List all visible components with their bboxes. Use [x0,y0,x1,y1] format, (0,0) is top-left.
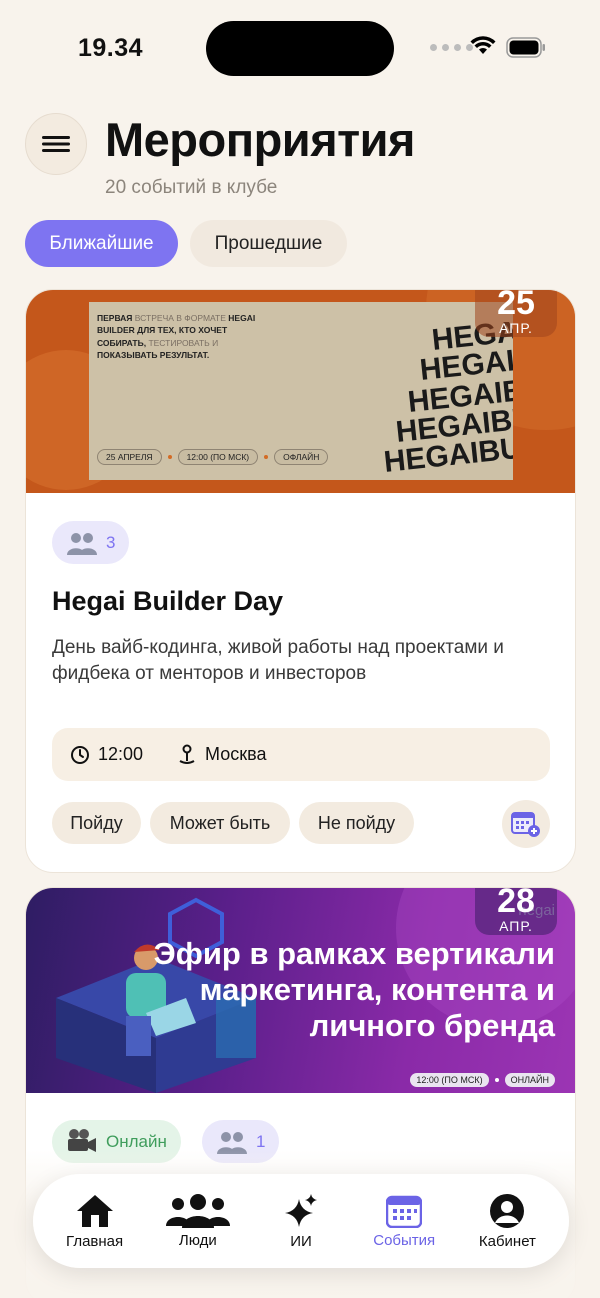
bottom-navigation: Главная Люди ИИ События Кабинет [33,1174,569,1268]
status-time: 19.34 [78,34,144,62]
format-label: Онлайн [106,1131,167,1151]
dynamic-island [206,21,394,76]
banner-format-pill: ОНЛАЙН [504,1073,555,1087]
event-title: Hegai Builder Day [52,586,284,616]
participants-count: 1 [256,1131,266,1151]
event-info-bar: 12:00 Москва [52,728,550,781]
banner-time-pill: 12:00 (ПО МСК) [410,1073,489,1087]
location-pin-icon [179,744,195,764]
banner-info-pills: 12:00 (ПО МСК) ОНЛАЙН [410,1073,555,1087]
nav-item-home[interactable]: Главная [43,1181,146,1261]
hamburger-icon [42,136,70,152]
date-day: 25 [497,290,535,322]
participants-badge: 3 [52,521,130,564]
nav-item-people[interactable]: Люди [146,1181,249,1261]
event-banner: ПЕРВАЯ ВСТРЕЧА В ФОРМАТЕ HEGAI BUILDER Д… [26,290,575,493]
page-subtitle: 20 событий в клубе [105,177,278,198]
battery-icon [506,37,545,58]
rsvp-yes-button[interactable]: Пойду [52,802,141,844]
banner-title: Эфир в рамках вертикали маркетинга, конт… [153,936,555,1043]
profile-icon [490,1193,525,1228]
participants-count: 3 [106,532,116,552]
home-icon [76,1194,113,1227]
poster-info-pills: 25 АПРЕЛЯ 12:00 (ПО МСК) ОФЛАЙН [97,449,329,465]
people-icon [165,1193,230,1228]
wifi-icon [470,36,496,54]
event-card[interactable]: ПЕРВАЯ ВСТРЕЧА В ФОРМАТЕ HEGAI BUILDER Д… [25,289,576,873]
date-badge: 25 АПР. [475,290,557,337]
tab-upcoming[interactable]: Ближайшие [25,220,178,267]
page-title: Мероприятия [105,113,415,166]
nav-item-profile[interactable]: Кабинет [456,1181,559,1261]
menu-button[interactable] [25,113,87,175]
status-bar: 19.34 [0,0,600,96]
sparkles-icon [285,1193,317,1227]
poster-text: ПЕРВАЯ ВСТРЕЧА В ФОРМАТЕ HEGAI BUILDER Д… [97,313,256,360]
calendar-icon [386,1195,423,1228]
people-icon [67,532,97,555]
event-time: 12:00 [70,744,143,765]
date-day: 28 [497,888,535,920]
clock-icon [71,745,89,764]
rsvp-no-button[interactable]: Не пойду [299,802,414,844]
rsvp-maybe-button[interactable]: Может быть [150,802,290,844]
filter-tabs: Ближайшие Прошедшие [25,220,347,267]
date-badge: 28 АПР. [475,888,557,935]
nav-item-events[interactable]: События [353,1179,456,1263]
poster-format-pill: ОФЛАЙН [274,449,329,465]
event-location: Москва [177,744,267,766]
calendar-add-icon [511,812,540,837]
event-description: День вайб-кодинга, живой работы над прое… [52,637,504,684]
poster-brand-stack: HEGAIBUILDER HEGAIBUILDER HEGAIBUILDER H… [382,322,513,479]
add-to-calendar-button[interactable] [502,800,550,848]
event-banner: hegai Эфир в рамках вертикали маркетинга… [26,888,575,1093]
poster-date-pill: 25 АПРЕЛЯ [97,449,162,465]
poster-time-pill: 12:00 (ПО МСК) [177,449,259,465]
date-month: АПР. [499,320,533,336]
nav-item-ai[interactable]: ИИ [249,1181,352,1261]
signal-icon [430,44,473,51]
event-poster: ПЕРВАЯ ВСТРЕЧА В ФОРМАТЕ HEGAI BUILDER Д… [89,302,513,480]
tab-past[interactable]: Прошедшие [190,220,347,267]
date-month: АПР. [499,918,533,934]
